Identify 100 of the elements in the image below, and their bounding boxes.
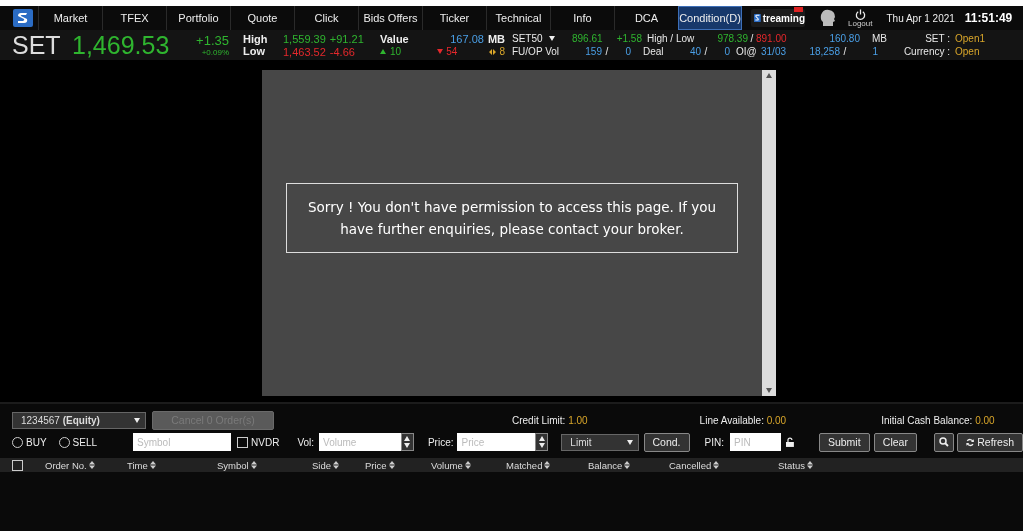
index-change: +1.35 xyxy=(196,33,229,48)
nav-tab[interactable]: Condition(D) xyxy=(678,6,742,30)
column-header[interactable]: Symbol xyxy=(217,459,312,471)
ticker-label: / xyxy=(604,46,610,57)
ticker-value: 159 xyxy=(584,46,602,57)
account-select[interactable]: 1234567 (Equity) xyxy=(12,411,146,429)
app-logo-icon[interactable] xyxy=(13,9,33,27)
cond-button[interactable]: Cond. xyxy=(643,432,690,452)
market-selector[interactable]: SET50 xyxy=(512,33,572,44)
scroll-up-icon xyxy=(766,73,772,78)
nvdr-checkbox[interactable]: NVDR xyxy=(237,436,280,448)
ticker-value: 40 xyxy=(688,46,701,57)
caret-icon xyxy=(548,36,555,41)
up-arrow-icon xyxy=(538,436,545,441)
ticker-label: MB xyxy=(871,33,888,44)
sort-icon xyxy=(624,461,631,469)
up-arrow-icon xyxy=(404,436,411,441)
symbol-field[interactable]: Symbol xyxy=(133,433,232,451)
sort-icon xyxy=(806,461,813,469)
unchanged-count: 8 xyxy=(499,46,505,57)
value-label: Value xyxy=(380,32,409,45)
high-label: High xyxy=(243,33,268,45)
select-all-checkbox[interactable] xyxy=(12,459,23,471)
spinner-control[interactable] xyxy=(535,433,549,451)
down-arrow-icon xyxy=(538,443,545,448)
search-button[interactable] xyxy=(934,432,954,452)
caret-icon xyxy=(626,439,633,445)
new-badge xyxy=(794,7,803,12)
ticker-value: 160.80 xyxy=(828,33,860,44)
low-label: Low xyxy=(243,45,265,57)
spinner-control[interactable] xyxy=(401,433,414,451)
column-header[interactable]: Status xyxy=(778,459,858,471)
permission-message: Sorry ! You don't have permission to access this page. If you have further enquiries, please contact your broker. xyxy=(286,183,738,253)
logout-button[interactable]: Logout xyxy=(848,6,873,30)
ticker-value: 31/03 xyxy=(760,46,788,57)
clear-button[interactable]: Clear xyxy=(873,432,918,452)
order-type-select[interactable]: Limit xyxy=(561,433,639,451)
sort-icon xyxy=(88,461,95,469)
value-amount: 167.08 xyxy=(450,32,484,45)
left-right-arrow-icon xyxy=(489,48,497,55)
ticker-label: / xyxy=(842,46,848,57)
head-profile-icon[interactable] xyxy=(820,9,836,27)
ticker-label: SET : xyxy=(924,33,950,44)
refresh-button[interactable]: Refresh xyxy=(957,432,1023,452)
sort-icon xyxy=(544,461,551,469)
advances-count: 10 xyxy=(390,45,402,57)
s-logo-icon xyxy=(754,12,761,24)
down-arrow-icon xyxy=(404,443,411,448)
volume-field[interactable]: Volume xyxy=(319,433,402,451)
scrollbar[interactable] xyxy=(762,70,776,396)
column-header[interactable]: Price xyxy=(365,459,431,471)
column-header[interactable]: Time xyxy=(127,459,217,471)
declines-count: 54 xyxy=(446,46,458,57)
ticker-label: / xyxy=(703,46,709,57)
ticker-label: Currency : xyxy=(902,46,950,57)
ticker-value: Open1 xyxy=(954,33,987,44)
down-triangle-icon xyxy=(437,49,444,54)
index-value: 1,469.53 xyxy=(72,30,171,60)
side-radio[interactable]: SELL xyxy=(58,436,98,448)
scroll-down-icon xyxy=(766,388,772,393)
high-change: +91.21 xyxy=(329,32,364,45)
ticker-value: 0 xyxy=(723,46,730,57)
streaming-logo[interactable]: treaming xyxy=(751,9,805,27)
ticker-value: Open xyxy=(954,46,981,57)
pin-field[interactable]: PIN xyxy=(730,433,781,451)
column-header[interactable]: Side xyxy=(312,459,365,471)
ticker-value: +1.58 xyxy=(615,33,642,44)
line-available-text: Line Available: 0.00 xyxy=(699,414,787,426)
caret-icon xyxy=(134,417,140,423)
credit-limit-text: Credit Limit: 1.00 xyxy=(512,414,588,426)
volume-label: Vol: xyxy=(297,436,315,448)
low-value: 1,463.52 xyxy=(283,45,326,58)
ticker-value: 18,258 xyxy=(808,46,840,57)
ticker-label: Deal xyxy=(642,46,665,57)
search-icon xyxy=(939,437,950,447)
low-change: -4.66 xyxy=(329,45,355,58)
sort-icon xyxy=(464,461,471,469)
column-header[interactable]: Matched xyxy=(506,459,588,471)
column-header[interactable]: Balance xyxy=(588,459,669,471)
refresh-icon xyxy=(966,437,975,447)
value-unit: MB xyxy=(487,32,505,45)
up-triangle-icon xyxy=(380,48,386,54)
column-header[interactable]: Volume xyxy=(431,459,506,471)
ticker-value: 891.00 xyxy=(756,33,788,44)
sort-icon xyxy=(333,461,339,469)
price-field[interactable]: Price xyxy=(457,433,536,451)
column-header[interactable]: Order No. xyxy=(45,459,127,471)
submit-button[interactable]: Submit xyxy=(818,432,870,452)
sort-icon xyxy=(713,461,720,469)
ticker-label: / xyxy=(749,33,755,44)
index-name: SET xyxy=(12,30,62,60)
ticker-value: 0 xyxy=(624,46,631,57)
power-icon xyxy=(854,8,866,20)
ticker-label: High / Low xyxy=(646,33,696,44)
sort-icon xyxy=(250,461,257,469)
column-header[interactable]: Cancelled xyxy=(669,459,778,471)
ticker-label: OI@ xyxy=(735,46,756,57)
side-radio[interactable]: BUY xyxy=(12,436,47,448)
high-value: 1,559.39 xyxy=(283,32,326,45)
ticker-label: FU/OP Vol xyxy=(512,46,561,57)
